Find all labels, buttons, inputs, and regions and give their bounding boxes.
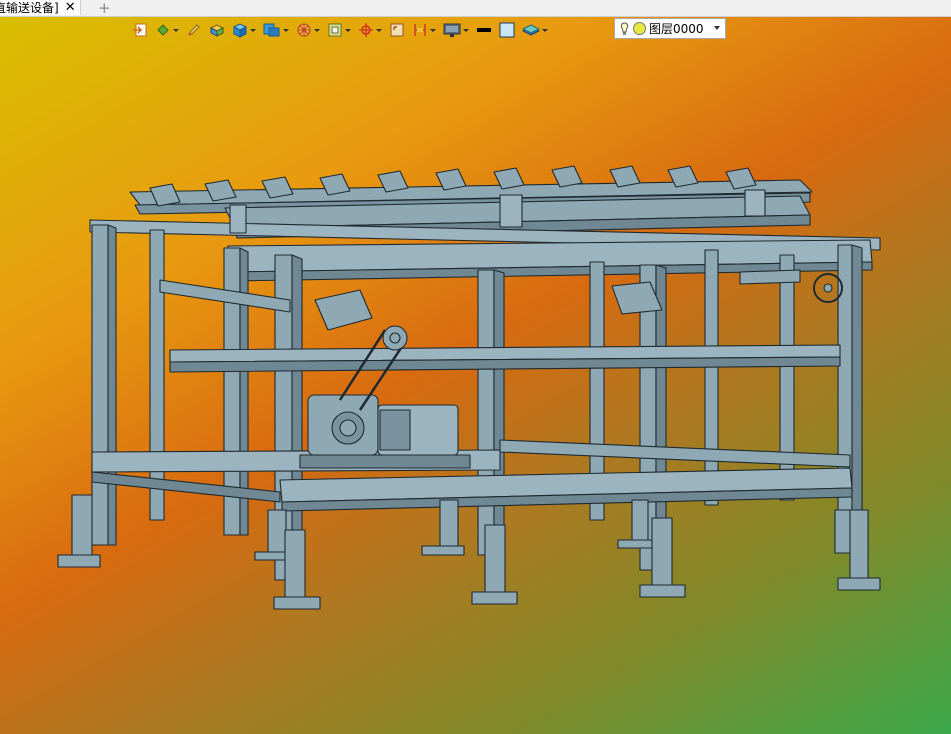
monitor-icon — [443, 23, 461, 37]
3d-viewport[interactable] — [0, 41, 951, 734]
render-button[interactable] — [296, 20, 320, 40]
axis-target-button[interactable] — [358, 20, 382, 40]
face-button[interactable] — [209, 20, 225, 40]
fit-view-button[interactable] — [389, 20, 405, 40]
chevron-down-icon — [463, 28, 469, 32]
layer-name: 图层0000 — [649, 22, 704, 36]
document-tab-title: 直输送设备] — [0, 0, 59, 15]
solid-button[interactable] — [263, 20, 289, 40]
line-width-icon — [477, 28, 491, 32]
gear-motor — [299, 394, 471, 469]
chevron-down-icon — [314, 28, 320, 32]
exit-sketch-button[interactable] — [132, 20, 148, 40]
frame-view-icon — [328, 23, 342, 37]
paint-button[interactable] — [155, 20, 179, 40]
box-face-icon — [209, 24, 225, 37]
section-view-button[interactable] — [412, 20, 436, 40]
paint-bucket-icon — [157, 24, 170, 36]
view-toolbar — [132, 19, 555, 41]
solid-cube-icon — [263, 23, 280, 37]
sketch-pencil-button[interactable] — [186, 20, 202, 40]
display-button[interactable] — [443, 20, 469, 40]
section-view-icon — [414, 24, 426, 36]
exit-sketch-icon — [133, 23, 147, 37]
chevron-down-icon — [376, 28, 382, 32]
layer-color-indicator — [633, 22, 646, 35]
chevron-down-icon — [714, 26, 720, 30]
color-swatch-icon — [499, 22, 515, 38]
line-width-button[interactable] — [476, 20, 492, 40]
layers-button[interactable] — [522, 20, 548, 40]
close-icon[interactable]: ✕ — [65, 1, 76, 14]
chevron-down-icon — [430, 28, 436, 32]
lightbulb-icon — [620, 21, 629, 35]
document-tab-bar: 直输送设备] ✕ + — [0, 0, 951, 17]
frame-view-button[interactable] — [327, 20, 351, 40]
chevron-down-icon — [542, 28, 548, 32]
chevron-down-icon — [250, 28, 256, 32]
leveling-feet — [57, 494, 881, 610]
color-swatch-button[interactable] — [499, 20, 515, 40]
render-wheel-icon — [297, 23, 311, 37]
chevron-down-icon — [173, 28, 179, 32]
document-tab[interactable]: 直输送设备] ✕ — [0, 0, 81, 15]
conveyor-frame-model[interactable] — [0, 41, 951, 734]
layers-icon — [522, 24, 540, 36]
chevron-down-icon — [283, 28, 289, 32]
cube-icon — [232, 23, 248, 38]
target-axis-icon — [359, 23, 373, 37]
pencil-icon — [188, 24, 200, 36]
fit-view-icon — [390, 23, 404, 37]
layer-dropdown[interactable]: 图层0000 — [614, 18, 726, 39]
new-tab-button[interactable]: + — [98, 0, 111, 17]
cube-button[interactable] — [232, 20, 256, 40]
chevron-down-icon — [345, 28, 351, 32]
